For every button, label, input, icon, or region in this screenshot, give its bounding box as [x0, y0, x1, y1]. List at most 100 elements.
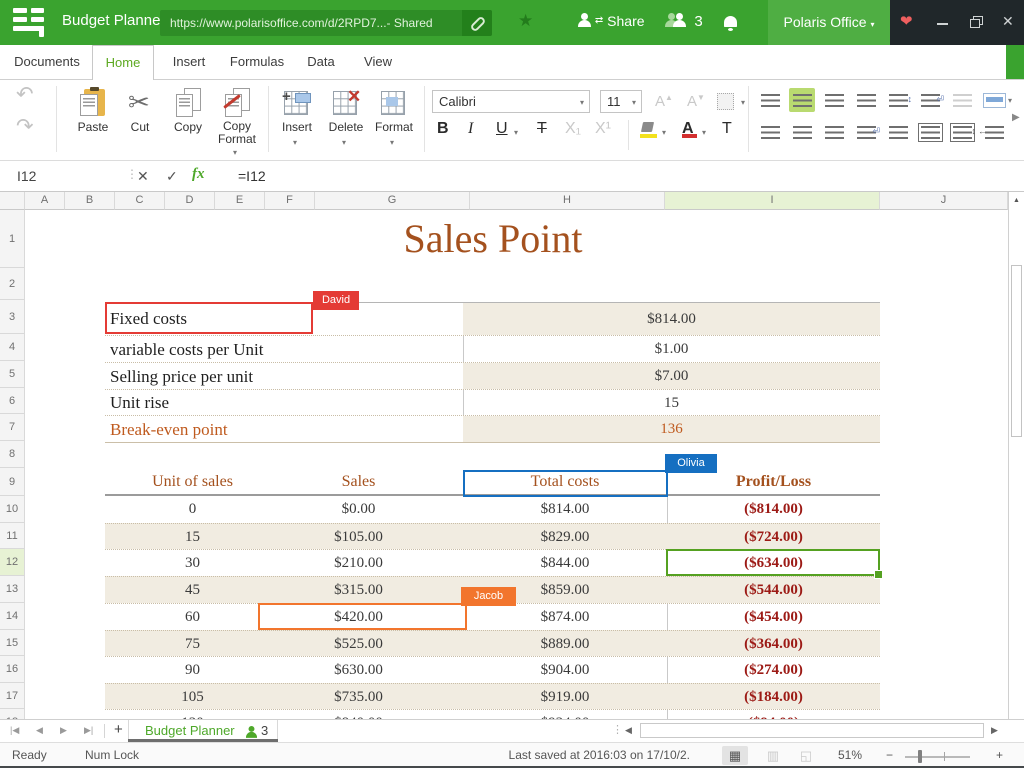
add-sheet-button[interactable]: +	[114, 721, 123, 738]
info-value-cell[interactable]: $1.00	[463, 336, 880, 362]
heart-icon[interactable]: ❤	[900, 12, 913, 30]
zoom-slider-handle[interactable]	[918, 750, 922, 763]
row-header-1[interactable]: 1	[0, 210, 25, 268]
cell[interactable]: 90	[105, 657, 280, 684]
row-header-13[interactable]: 13	[0, 576, 25, 603]
cell[interactable]: $105.00	[280, 524, 437, 550]
cell[interactable]: 105	[105, 684, 280, 710]
align-center-button[interactable]	[789, 120, 815, 144]
row-header-14[interactable]: 14	[0, 603, 25, 630]
decrease-indent-button[interactable]: ←	[981, 120, 1007, 144]
cell[interactable]: 45	[105, 577, 280, 604]
font-name-select[interactable]: Calibri	[432, 90, 590, 113]
font-size-select[interactable]: 11	[600, 90, 642, 113]
row-header-16[interactable]: 16	[0, 656, 25, 683]
cell[interactable]: ($364.00)	[667, 631, 880, 657]
tab-formulas[interactable]: Formulas	[226, 45, 288, 79]
spreadsheet-grid[interactable]: ABCDEFGHIJ 123456789101112131415161718 S…	[0, 192, 1024, 719]
align-bottom-button[interactable]	[821, 88, 847, 112]
align-top-button[interactable]	[757, 88, 783, 112]
cell[interactable]: ($184.00)	[667, 684, 880, 710]
column-header-B[interactable]: B	[65, 192, 115, 210]
info-value-cell[interactable]: 15	[463, 390, 880, 415]
info-label-cell[interactable]: Unit rise	[105, 390, 463, 415]
cell[interactable]: 0	[105, 496, 280, 523]
favorite-star-icon[interactable]: ★	[518, 11, 533, 31]
polaris-office-menu[interactable]: Polaris Office	[768, 0, 890, 45]
cell[interactable]: $934.00	[463, 710, 667, 719]
select-all-corner[interactable]	[0, 192, 25, 210]
prev-sheet-button[interactable]: ◀	[36, 725, 43, 736]
font-color-button[interactable]: A	[682, 120, 694, 138]
redo-button[interactable]: ↷	[16, 114, 34, 139]
column-header-F[interactable]: F	[265, 192, 315, 210]
cell[interactable]: $0.00	[280, 496, 437, 523]
column-header-H[interactable]: H	[470, 192, 665, 210]
shrink-to-fit-button[interactable]	[949, 88, 975, 112]
confirm-entry-button[interactable]: ✓	[166, 168, 178, 185]
fill-handle[interactable]	[874, 570, 883, 579]
first-sheet-button[interactable]: |◀	[10, 725, 19, 736]
tab-insert[interactable]: Insert	[166, 45, 212, 79]
row-header-7[interactable]: 7	[0, 414, 25, 441]
notifications-button[interactable]	[724, 14, 737, 32]
font-name-caret-icon[interactable]	[580, 98, 584, 107]
insert-caret-icon[interactable]	[293, 138, 297, 147]
cell[interactable]: 120	[105, 710, 280, 719]
formula-input[interactable]: =I12	[238, 168, 266, 184]
row-header-17[interactable]: 17	[0, 683, 25, 709]
cell[interactable]: $210.00	[280, 550, 437, 577]
scroll-up-icon[interactable]: ▲	[1013, 197, 1020, 204]
cell[interactable]: 15	[105, 524, 280, 550]
copy-format-caret-icon[interactable]	[233, 148, 237, 157]
fill-color-button[interactable]	[640, 122, 658, 138]
last-sheet-button[interactable]: ▶|	[84, 725, 93, 736]
cell[interactable]: 60	[105, 604, 280, 631]
undo-button[interactable]: ↶	[16, 82, 34, 107]
align-right-button[interactable]	[821, 120, 847, 144]
info-label-cell[interactable]: Break-even point	[105, 416, 463, 442]
format-cells-button[interactable]: Format	[365, 120, 423, 134]
more-tools-chevron-icon[interactable]: ▶	[1012, 112, 1020, 123]
distribute-vertical-button[interactable]	[853, 88, 879, 112]
cell[interactable]: $889.00	[463, 631, 667, 657]
cell[interactable]: $904.00	[463, 657, 667, 684]
paste-icon[interactable]	[77, 86, 109, 118]
tab-home[interactable]: Home	[92, 45, 154, 80]
zoom-in-button[interactable]: +	[996, 748, 1003, 762]
row-header-8[interactable]: 8	[0, 441, 25, 468]
column-width-button[interactable]: ↕	[949, 120, 975, 144]
cancel-entry-button[interactable]: ✕	[137, 168, 149, 185]
restore-button[interactable]	[970, 16, 983, 28]
column-header-I[interactable]: I	[665, 192, 880, 210]
delete-caret-icon[interactable]	[342, 138, 346, 147]
align-left-button[interactable]	[757, 120, 783, 144]
cut-icon[interactable]: ✂	[124, 86, 156, 118]
underline-caret-icon[interactable]	[514, 128, 518, 137]
row-header-5[interactable]: 5	[0, 361, 25, 388]
vertical-scrollbar[interactable]: ▲	[1008, 192, 1024, 719]
close-button[interactable]: ✕	[1002, 13, 1014, 30]
cell[interactable]: ($454.00)	[667, 604, 880, 631]
fill-color-caret-icon[interactable]	[662, 128, 666, 137]
column-header-G[interactable]: G	[315, 192, 470, 210]
info-label-cell[interactable]: Selling price per unit	[105, 363, 463, 389]
cell[interactable]: ($544.00)	[667, 577, 880, 604]
name-box[interactable]: I12	[17, 168, 36, 184]
italic-button[interactable]: I	[468, 120, 473, 138]
row-header-15[interactable]: 15	[0, 630, 25, 656]
superscript-button[interactable]: X¹	[595, 120, 611, 138]
cell[interactable]: ($94.00)	[667, 710, 880, 719]
insert-cells-icon[interactable]: +	[281, 86, 313, 118]
vertical-scrollbar-thumb[interactable]	[1011, 265, 1022, 437]
side-panel-button[interactable]	[1006, 45, 1024, 79]
copy-format-button[interactable]: Copy Format	[206, 120, 268, 146]
justify-button[interactable]	[885, 120, 911, 144]
copy-icon[interactable]	[172, 86, 204, 118]
row-header-2[interactable]: 2	[0, 268, 25, 300]
text-box-align-button[interactable]	[917, 120, 943, 144]
cell[interactable]: $630.00	[280, 657, 437, 684]
share-button[interactable]: ⇄ Share	[578, 13, 645, 29]
info-value-cell[interactable]: 136	[463, 416, 880, 442]
text-style-button[interactable]: T	[722, 120, 732, 138]
